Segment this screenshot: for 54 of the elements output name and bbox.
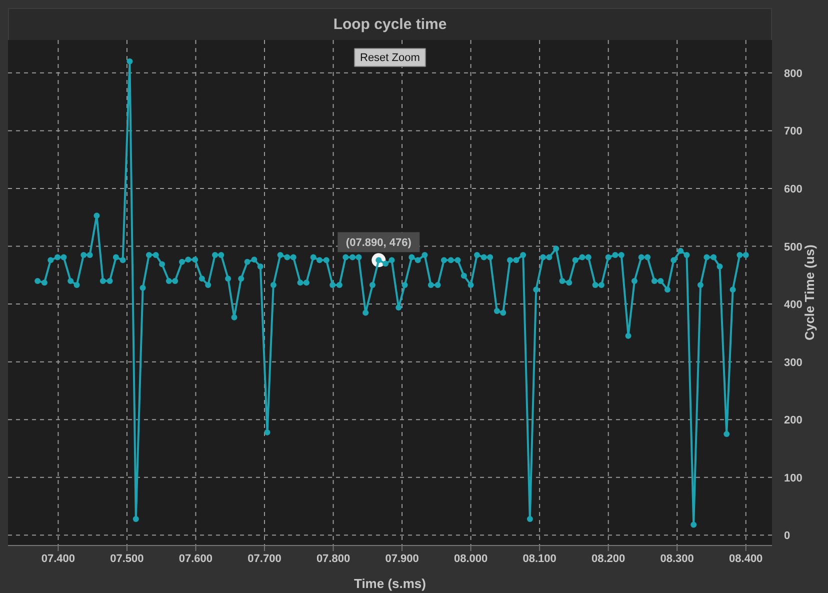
- data-point: [631, 278, 638, 284]
- data-point: [396, 304, 402, 311]
- x-axis-title: Time (s.ms): [354, 576, 426, 591]
- data-point: [460, 272, 467, 279]
- data-point: [526, 516, 533, 522]
- data-point: [670, 257, 677, 264]
- data-point: [664, 286, 670, 293]
- data-point: [231, 314, 238, 320]
- x-tick-label: 07.900: [385, 553, 419, 565]
- data-point: [533, 286, 540, 293]
- y-tick-label: 0: [784, 530, 790, 542]
- chart-title: Loop cycle time: [333, 16, 447, 33]
- data-point: [159, 261, 166, 268]
- data-point: [264, 429, 270, 436]
- x-tick-label: 08.200: [592, 553, 626, 565]
- data-point: [238, 276, 244, 282]
- data-point: [625, 332, 632, 339]
- x-tick-label: 07.600: [178, 553, 213, 565]
- data-point: [697, 282, 704, 288]
- data-point: [132, 516, 139, 522]
- y-tick-label: 200: [784, 414, 802, 427]
- tooltip: (07.890, 476): [338, 232, 420, 252]
- data-point: [730, 286, 736, 293]
- data-point: [553, 246, 560, 252]
- data-point: [126, 58, 133, 64]
- reset-zoom-button[interactable]: Reset Zoom: [354, 48, 426, 67]
- data-point: [402, 282, 408, 288]
- data-point: [369, 282, 376, 288]
- x-tick-label: 07.400: [41, 553, 76, 565]
- data-point: [94, 212, 100, 219]
- y-tick-label: 800: [784, 68, 802, 80]
- data-point: [225, 276, 232, 282]
- x-tick-label: 07.500: [110, 553, 144, 565]
- x-tick-label: 08.400: [729, 553, 763, 565]
- data-point: [468, 282, 474, 288]
- x-tick-label: 08.300: [660, 553, 694, 565]
- y-tick-label: 100: [784, 472, 802, 484]
- annotation: (07.890, 476): [346, 237, 412, 250]
- x-tick-label: 07.700: [248, 553, 282, 565]
- x-tick-label: 08.100: [522, 553, 556, 565]
- data-point: [140, 284, 146, 291]
- data-point: [362, 310, 369, 316]
- y-tick-label: 700: [784, 126, 802, 138]
- x-tick-label: 08.000: [454, 553, 488, 565]
- y-axis-title: Cycle Time (us): [802, 244, 817, 340]
- data-point: [270, 282, 276, 288]
- y-tick-label: 400: [784, 299, 802, 312]
- y-tick-label: 500: [784, 241, 802, 254]
- data-point: [690, 522, 697, 528]
- y-tick-label: 600: [784, 184, 802, 196]
- y-tick-label: 300: [784, 356, 802, 369]
- data-point: [724, 431, 730, 438]
- data-point: [716, 264, 723, 270]
- x-tick-label: 07.800: [316, 553, 350, 565]
